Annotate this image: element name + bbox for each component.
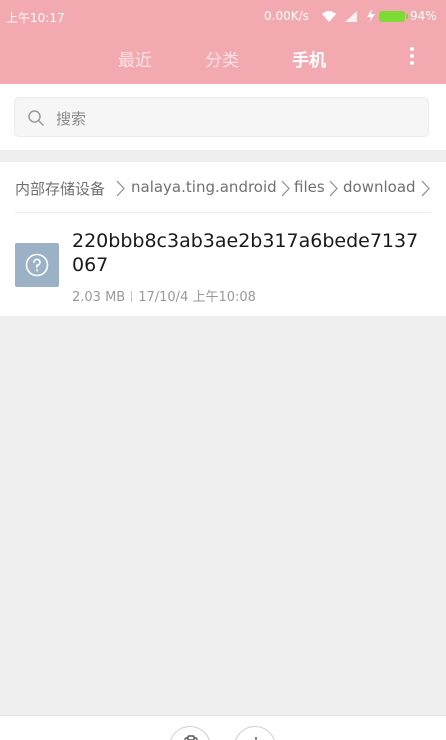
file-list-item[interactable]: 220bbb8c3ab3ae2b317a6bede7137067 2.03 MB…	[0, 213, 446, 316]
chevron-right-icon	[329, 180, 338, 197]
breadcrumb: 内部存储设备 nalaya.ting.android files downloa…	[0, 162, 446, 212]
search-placeholder: 搜索	[56, 110, 87, 128]
wifi-icon	[322, 11, 336, 22]
chevron-right-icon	[281, 180, 290, 197]
new-folder-icon	[255, 737, 257, 740]
tab-category[interactable]: 分类	[205, 46, 239, 71]
file-size: 2.03 MB	[72, 290, 126, 305]
new-folder-button[interactable]	[234, 726, 276, 740]
battery-percent: 94%	[410, 9, 437, 23]
search-input[interactable]: 搜索	[14, 97, 429, 137]
unknown-file-icon	[15, 243, 59, 287]
signal-icon	[345, 11, 357, 22]
search-icon	[28, 110, 44, 126]
chevron-right-icon	[421, 180, 430, 197]
more-vertical-icon[interactable]	[403, 44, 421, 68]
chevron-right-icon	[116, 180, 125, 197]
breadcrumb-package[interactable]: nalaya.ting.android	[131, 178, 277, 196]
status-time: 上午10:17	[6, 11, 65, 25]
breadcrumb-download[interactable]: download	[343, 178, 416, 196]
breadcrumb-files[interactable]: files	[294, 178, 325, 196]
network-speed: 0.00K/s	[264, 9, 309, 23]
status-bar: 上午10:17 0.00K/s 94%	[0, 0, 446, 34]
meta-divider	[131, 291, 133, 302]
tab-recent[interactable]: 最近	[118, 46, 152, 71]
search-area: 搜索	[0, 84, 446, 150]
file-date: 17/10/4 上午10:08	[138, 290, 256, 305]
file-browser: 内部存储设备 nalaya.ting.android files downloa…	[0, 162, 446, 316]
tab-phone[interactable]: 手机	[292, 46, 326, 71]
breadcrumb-internal-storage[interactable]: 内部存储设备	[15, 178, 105, 199]
battery-icon	[379, 11, 408, 22]
file-meta: 2.03 MB 17/10/4 上午10:08	[72, 286, 256, 305]
paste-icon	[184, 735, 198, 740]
file-name: 220bbb8c3ab3ae2b317a6bede7137067	[72, 230, 419, 276]
bottom-action-bar	[0, 715, 446, 740]
paste-button[interactable]	[169, 726, 211, 740]
charging-icon	[367, 9, 375, 23]
app-header: 上午10:17 0.00K/s 94% 最近 分类 手机	[0, 0, 446, 84]
